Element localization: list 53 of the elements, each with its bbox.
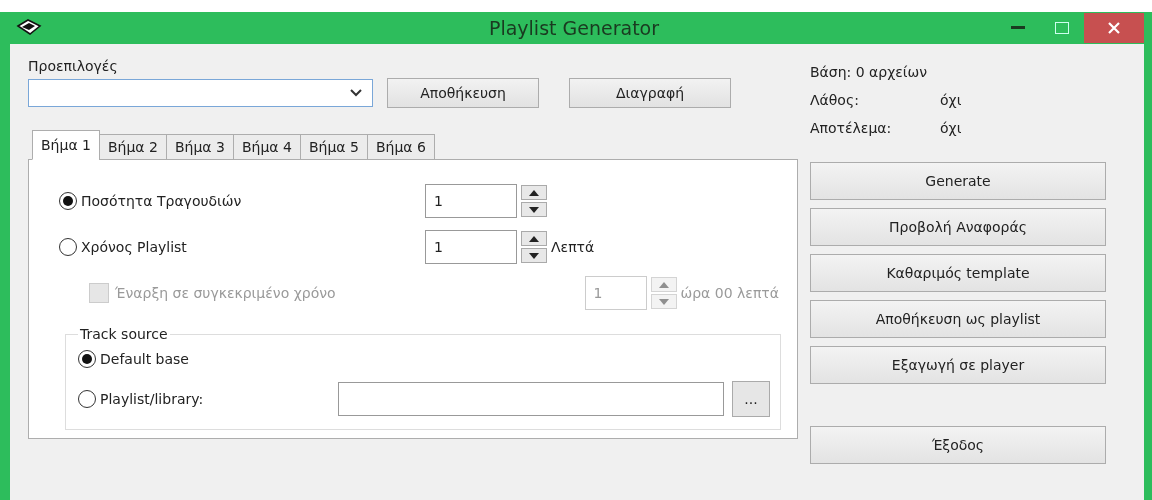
radio-button[interactable] — [78, 390, 96, 408]
path-field[interactable] — [338, 382, 724, 416]
action-button[interactable]: Καθαριμός template — [810, 254, 1106, 292]
step-tab[interactable]: Βήμα 3 — [165, 134, 234, 160]
step-tab[interactable]: Βήμα 1 — [32, 130, 100, 160]
database-count: Βάση: 0 αρχείων — [810, 63, 929, 82]
down-arrow-icon — [658, 298, 669, 305]
radio-button[interactable] — [78, 350, 96, 368]
preset-button[interactable]: Διαγραφή — [569, 78, 731, 108]
preset-button[interactable]: Αποθήκευση — [387, 78, 539, 108]
status-label: Λάθος: — [810, 92, 859, 108]
spin-up-button[interactable] — [521, 185, 547, 200]
number-field[interactable]: 1 — [425, 230, 517, 264]
app-icon — [16, 18, 42, 38]
spin-down-button[interactable] — [521, 248, 547, 263]
maximize-icon — [1055, 22, 1069, 34]
action-button[interactable]: Αποθήκευση ως playlist — [810, 300, 1106, 338]
step-tab[interactable]: Βήμα 5 — [299, 134, 368, 160]
down-arrow-icon — [529, 252, 539, 259]
action-button[interactable]: Generate — [810, 162, 1106, 200]
status-value: όχι — [940, 92, 963, 108]
number-field[interactable]: 1 — [425, 184, 517, 218]
unit-label: Λεπτά — [551, 239, 596, 255]
up-arrow-icon — [529, 189, 539, 196]
group-title: Track source — [79, 326, 169, 342]
status-value: όχι — [940, 120, 963, 136]
action-button[interactable]: Εξαγωγή σε player — [810, 346, 1106, 384]
option-label: Έναρξη σε συγκεκριμένο χρόνο — [115, 285, 336, 301]
down-arrow-icon — [529, 206, 539, 213]
status-label: Αποτέλεμα: — [810, 120, 892, 136]
up-arrow-icon — [529, 235, 539, 242]
presets-label: Προεπιλογές — [28, 58, 119, 74]
chevron-down-icon — [350, 89, 362, 97]
up-arrow-icon — [658, 281, 669, 288]
minimize-icon — [1011, 26, 1025, 30]
action-button[interactable]: Προβολή Αναφοράς — [810, 208, 1106, 246]
option-label: Default base — [100, 351, 189, 367]
close-icon — [1108, 22, 1120, 34]
radio-button[interactable] — [59, 192, 77, 210]
step-tab[interactable]: Βήμα 4 — [232, 134, 301, 160]
step-tab[interactable]: Βήμα 6 — [366, 134, 435, 160]
spin-down-button[interactable] — [521, 202, 547, 217]
option-label: Χρόνος Playlist — [81, 239, 187, 255]
option-label: Playlist/library: — [100, 391, 204, 407]
exit-button[interactable]: Έξοδος — [810, 426, 1106, 464]
step-tab[interactable]: Βήμα 2 — [99, 134, 167, 160]
radio-button[interactable] — [59, 238, 77, 256]
option-label: Ποσότητα Τραγουδιών — [81, 193, 242, 209]
spin-up-button[interactable] — [521, 231, 547, 246]
window-title: Playlist Generator — [487, 17, 661, 39]
browse-button[interactable]: ... — [732, 381, 770, 417]
unit-label: ώρα 00 λεπτά — [680, 285, 779, 301]
close-button[interactable] — [1084, 13, 1144, 43]
